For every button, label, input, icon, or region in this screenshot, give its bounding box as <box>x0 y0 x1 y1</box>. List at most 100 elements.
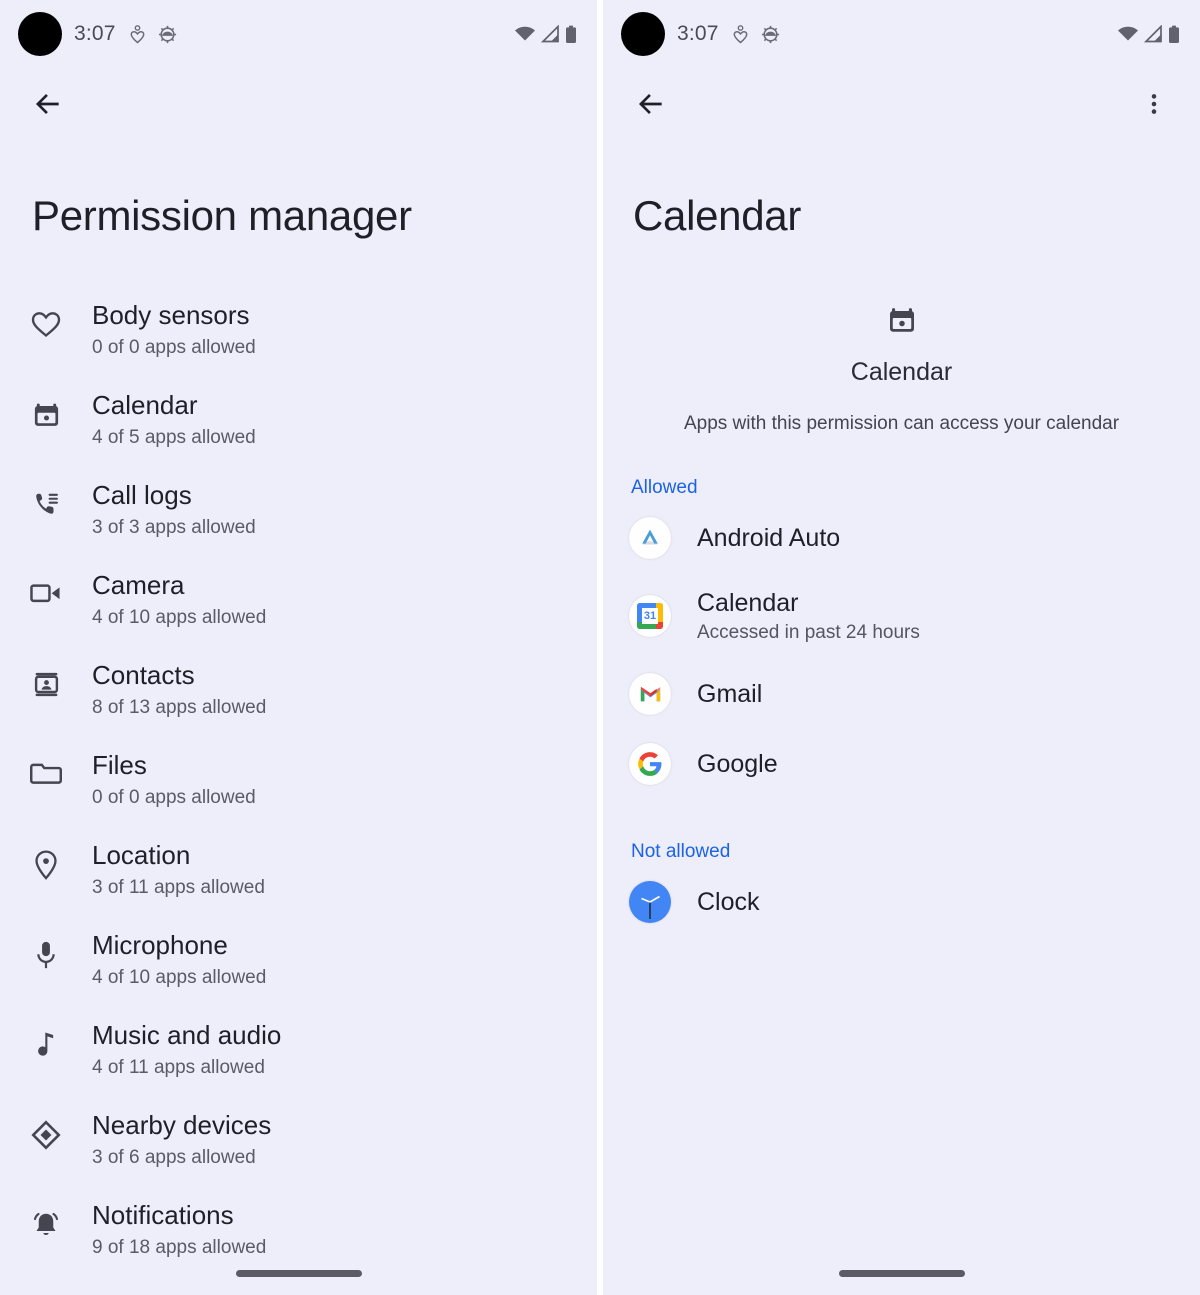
status-bar-notification-icons <box>733 24 781 45</box>
dual-screenshot-container: 3:07 Permission manager Body sensors 0 o… <box>0 0 1200 1295</box>
permission-name: Location <box>92 840 191 870</box>
permission-hero-description: Apps with this permission can access you… <box>683 413 1120 434</box>
permission-row-camera[interactable]: Camera 4 of 10 apps allowed <box>0 552 597 642</box>
permission-hero: Calendar Apps with this permission can a… <box>603 298 1200 435</box>
clock-icon <box>629 881 671 923</box>
app-row-clock[interactable]: Clock <box>603 867 1200 937</box>
google-icon <box>629 743 671 785</box>
right-app-bar <box>603 68 1200 140</box>
permission-text: Files 0 of 0 apps allowed <box>92 744 256 810</box>
status-bar-clock: 3:07 <box>677 22 719 45</box>
permission-subtitle: 4 of 11 apps allowed <box>92 1057 265 1078</box>
permission-text: Calendar 4 of 5 apps allowed <box>92 384 256 450</box>
permission-text: Body sensors 0 of 0 apps allowed <box>92 294 256 360</box>
permission-row-microphone[interactable]: Microphone 4 of 10 apps allowed <box>0 912 597 1002</box>
more-vert-icon <box>1151 94 1157 114</box>
battery-icon <box>1169 25 1179 43</box>
permission-row-contacts[interactable]: Contacts 8 of 13 apps allowed <box>0 642 597 732</box>
section-header-not-allowed: Not allowed <box>631 841 731 862</box>
overflow-menu-button[interactable] <box>1132 82 1176 126</box>
arrow-back-icon <box>639 94 662 114</box>
permission-row-music-and-audio[interactable]: Music and audio 4 of 11 apps allowed <box>0 1002 597 1092</box>
permission-name: Microphone <box>92 930 228 960</box>
calendar-icon <box>603 298 1200 342</box>
status-bar: 3:07 <box>0 0 597 68</box>
permission-row-calendar[interactable]: Calendar 4 of 5 apps allowed <box>0 372 597 462</box>
app-name: Gmail <box>697 680 763 708</box>
not-allowed-app-list: Clock <box>603 867 1200 937</box>
permission-name: Body sensors <box>92 300 250 330</box>
bell-icon <box>26 1210 66 1240</box>
permission-name: Call logs <box>92 480 192 510</box>
google-calendar-icon: 31 <box>629 595 671 637</box>
permission-subtitle: 3 of 3 apps allowed <box>92 517 256 538</box>
camera-cutout-icon <box>18 12 62 56</box>
permission-row-nearby-devices[interactable]: Nearby devices 3 of 6 apps allowed <box>0 1092 597 1182</box>
calendar-icon <box>26 400 66 429</box>
nearby-icon <box>26 1120 66 1150</box>
permission-row-body-sensors[interactable]: Body sensors 0 of 0 apps allowed <box>0 282 597 372</box>
permission-list: Body sensors 0 of 0 apps allowed Calenda… <box>0 282 597 1272</box>
app-name: Calendar <box>697 589 799 617</box>
app-subtitle: Accessed in past 24 hours <box>697 622 920 643</box>
app-row-gmail[interactable]: Gmail <box>603 659 1200 729</box>
permission-row-files[interactable]: Files 0 of 0 apps allowed <box>0 732 597 822</box>
music-note-icon <box>26 1030 66 1060</box>
app-name: Clock <box>697 888 760 916</box>
wifi-icon <box>515 26 535 41</box>
status-bar: 3:07 <box>603 0 1200 68</box>
gear-status-icon <box>158 25 176 43</box>
battery-icon <box>566 25 576 43</box>
app-row-google[interactable]: Google <box>603 729 1200 799</box>
back-button[interactable] <box>629 82 673 126</box>
permission-subtitle: 4 of 10 apps allowed <box>92 607 267 628</box>
folder-icon <box>26 760 66 786</box>
permission-text: Nearby devices 3 of 6 apps allowed <box>92 1104 271 1170</box>
left-app-bar <box>0 68 597 140</box>
location-pin-icon <box>26 850 66 880</box>
left-phone-screen: 3:07 Permission manager Body sensors 0 o… <box>0 0 597 1295</box>
home-gesture-pill[interactable] <box>838 1269 965 1277</box>
permission-subtitle: 4 of 5 apps allowed <box>92 427 256 448</box>
permission-name: Music and audio <box>92 1020 282 1050</box>
gear-status-icon <box>761 25 779 43</box>
permission-subtitle: 8 of 13 apps allowed <box>92 697 267 718</box>
permission-hero-name: Calendar <box>850 358 953 386</box>
camera-cutout-icon <box>621 12 665 56</box>
app-row-calendar[interactable]: 31 Calendar Accessed in past 24 hours <box>603 573 1200 659</box>
heart-icon <box>26 310 66 338</box>
permission-subtitle: 3 of 11 apps allowed <box>92 877 265 898</box>
video-camera-icon <box>26 580 66 606</box>
arrow-back-icon <box>36 94 59 114</box>
permission-subtitle: 4 of 10 apps allowed <box>92 967 267 988</box>
status-bar-system-icons <box>514 0 577 68</box>
permission-text: Microphone 4 of 10 apps allowed <box>92 924 266 990</box>
permission-name: Files <box>92 750 147 780</box>
permission-name: Nearby devices <box>92 1110 272 1140</box>
permission-text: Camera 4 of 10 apps allowed <box>92 564 266 630</box>
permission-subtitle: 3 of 6 apps allowed <box>92 1147 256 1168</box>
permission-text: Call logs 3 of 3 apps allowed <box>92 474 256 540</box>
permission-text: Music and audio 4 of 11 apps allowed <box>92 1014 281 1080</box>
heart-status-icon <box>130 24 145 43</box>
call-log-icon <box>26 490 66 518</box>
app-text: Calendar Accessed in past 24 hours <box>697 587 920 645</box>
right-phone-screen: 3:07 Calendar Calendar Apps with this pe… <box>603 0 1200 1295</box>
contacts-icon <box>26 670 66 699</box>
permission-name: Notifications <box>92 1200 234 1230</box>
navigation-bar <box>0 1251 597 1295</box>
wifi-icon <box>1118 26 1138 41</box>
app-name: Android Auto <box>697 524 841 552</box>
permission-row-call-logs[interactable]: Call logs 3 of 3 apps allowed <box>0 462 597 552</box>
navigation-bar <box>603 1251 1200 1295</box>
back-button[interactable] <box>26 82 70 126</box>
status-bar-clock: 3:07 <box>74 22 116 45</box>
app-text: Android Auto <box>697 522 840 554</box>
permission-name: Contacts <box>92 660 195 690</box>
heart-status-icon <box>733 24 748 43</box>
signal-icon <box>1144 25 1162 43</box>
app-row-android-auto[interactable]: Android Auto <box>603 503 1200 573</box>
permission-row-location[interactable]: Location 3 of 11 apps allowed <box>0 822 597 912</box>
page-title: Permission manager <box>32 192 412 239</box>
home-gesture-pill[interactable] <box>235 1269 362 1277</box>
